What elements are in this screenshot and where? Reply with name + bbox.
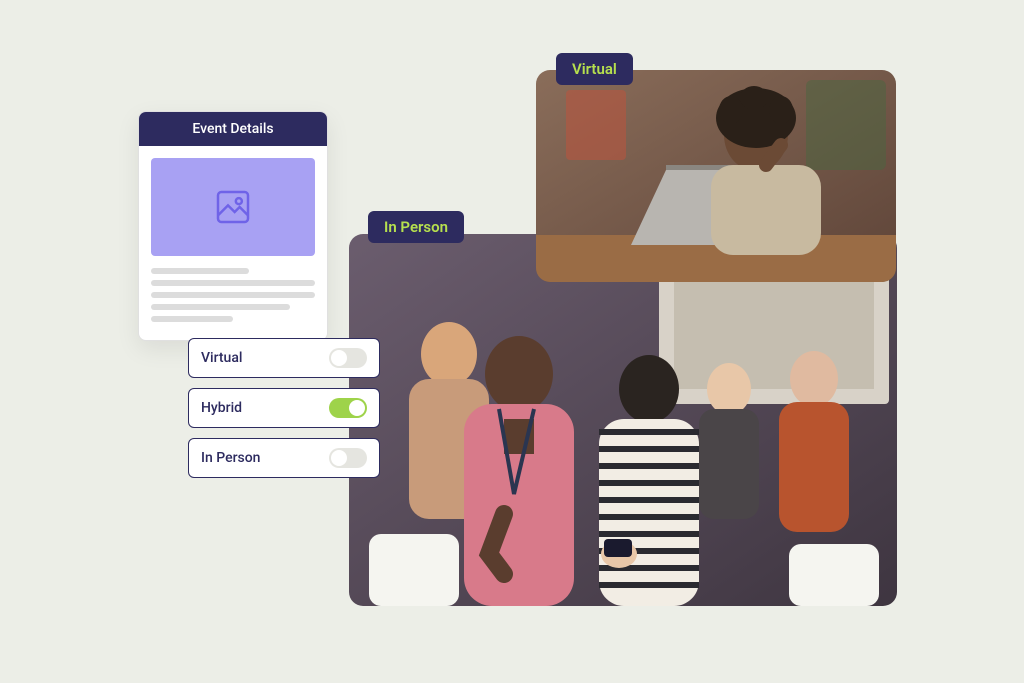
option-hybrid[interactable]: Hybrid xyxy=(188,388,380,428)
tag-in-person: In Person xyxy=(368,211,464,243)
placeholder-line xyxy=(151,316,233,322)
tag-virtual: Virtual xyxy=(556,53,633,85)
option-virtual[interactable]: Virtual xyxy=(188,338,380,378)
placeholder-line xyxy=(151,292,315,298)
event-type-options: Virtual Hybrid In Person xyxy=(188,338,380,478)
toggle-virtual[interactable] xyxy=(329,348,367,368)
toggle-in-person[interactable] xyxy=(329,448,367,468)
option-in-person[interactable]: In Person xyxy=(188,438,380,478)
placeholder-line xyxy=(151,280,315,286)
in-person-photo xyxy=(349,234,897,606)
image-icon xyxy=(213,187,253,227)
event-card-body xyxy=(139,146,327,340)
toggle-hybrid[interactable] xyxy=(329,398,367,418)
event-details-title: Event Details xyxy=(139,112,327,146)
placeholder-line xyxy=(151,304,290,310)
event-details-card: Event Details xyxy=(138,111,328,341)
option-label: In Person xyxy=(201,450,260,466)
option-label: Hybrid xyxy=(201,400,242,416)
placeholder-line xyxy=(151,268,249,274)
option-label: Virtual xyxy=(201,350,242,366)
virtual-photo xyxy=(536,70,896,282)
image-placeholder xyxy=(151,158,315,256)
